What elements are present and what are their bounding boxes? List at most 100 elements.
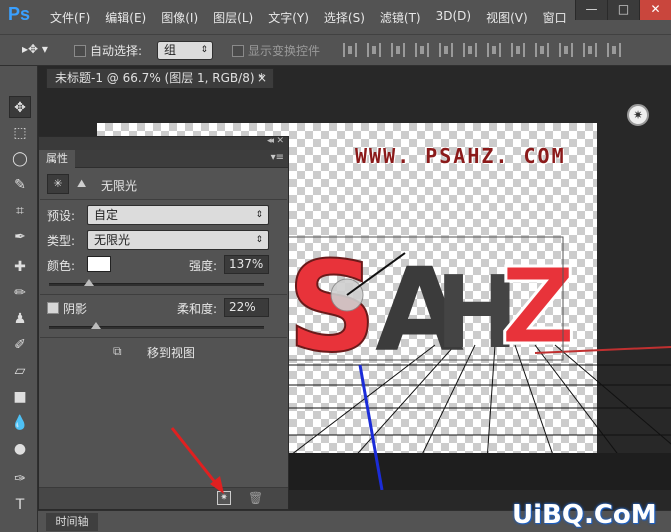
dodge-tool-icon[interactable]: ● [9, 438, 31, 460]
close-panel-icon[interactable]: ✕ [276, 136, 284, 146]
show-transform-label: 显示变换控件 [248, 44, 321, 58]
tab-properties[interactable]: 属性 [39, 150, 75, 168]
environment-icon[interactable]: ⛰ [77, 177, 86, 191]
preset-label: 预设: [47, 209, 76, 223]
properties-panel: ◂◂ ✕ 属性 ▾≡ ✳ ⛰ 无限光 预设: 自定 ⇕ 类型: 无限光 ⇕ 颜色… [38, 136, 289, 510]
panel-menu-icon[interactable]: ▾≡ [271, 152, 284, 163]
menu-file[interactable]: 文件(F) [50, 9, 90, 26]
softness-label: 柔和度: [177, 302, 218, 316]
menu-select[interactable]: 选择(S) [324, 9, 365, 26]
annotation-arrow [170, 427, 224, 494]
crop-tool-icon[interactable]: ⌗ [9, 200, 31, 222]
move-tool-icon[interactable]: ✥ [9, 96, 31, 118]
marquee-tool-icon[interactable]: ⬚ [9, 122, 31, 144]
align-icons [343, 43, 621, 57]
letter-s: S [287, 235, 377, 380]
tab-timeline[interactable]: 时间轴 [46, 513, 98, 531]
history-brush-tool-icon[interactable]: ✐ [9, 334, 31, 356]
color-label: 颜色: [47, 259, 76, 273]
window-controls: — □ ✕ [575, 0, 671, 20]
distribute-left-icon[interactable] [559, 43, 573, 57]
softness-slider[interactable] [49, 326, 264, 329]
auto-select-label: 自动选择: [90, 44, 143, 58]
shadow-label: 阴影 [63, 302, 88, 316]
document-title: 未标题-1 @ 66.7% (图层 1, RGB/8) * [55, 71, 265, 85]
light-bulb-icon[interactable]: ✷ [627, 104, 649, 126]
infinite-light-icon[interactable]: ✳ [47, 174, 69, 194]
align-vcenter-icon[interactable] [367, 43, 381, 57]
menu-3d[interactable]: 3D(D) [436, 9, 471, 26]
chevron-updown-icon: ⇕ [255, 210, 263, 220]
auto-select-dropdown[interactable]: 组 ⇕ [157, 41, 213, 60]
intensity-input[interactable]: 137% [224, 255, 269, 274]
move-to-view-icon[interactable]: ⧉ [113, 344, 122, 359]
distribute-bottom-icon[interactable] [535, 43, 549, 57]
auto-select-checkbox[interactable] [74, 45, 86, 57]
menu-view[interactable]: 视图(V) [486, 9, 528, 26]
close-tab-icon[interactable]: × [257, 69, 267, 88]
move-tool-icon[interactable]: ▸✥ ▾ [22, 42, 48, 56]
close-button[interactable]: ✕ [639, 0, 671, 20]
panel-header-strip: ◂◂ ✕ [39, 136, 288, 150]
blur-tool-icon[interactable]: 💧 [9, 412, 31, 434]
menu-items: 文件(F) 编辑(E) 图像(I) 图层(L) 文字(Y) 选择(S) 滤镜(T… [50, 9, 582, 26]
pen-tool-icon[interactable]: ✑ [9, 468, 31, 490]
menu-edit[interactable]: 编辑(E) [105, 9, 146, 26]
trash-icon[interactable]: 🗑 [248, 491, 263, 505]
menu-type[interactable]: 文字(Y) [268, 9, 309, 26]
light-color-swatch[interactable] [87, 256, 111, 272]
softness-slider-knob[interactable] [91, 322, 101, 329]
divider [40, 199, 287, 200]
distribute-top-icon[interactable] [487, 43, 501, 57]
distribute-vcenter-icon[interactable] [511, 43, 525, 57]
canvas-bottom-shadow [285, 453, 671, 490]
intensity-slider[interactable] [49, 283, 264, 286]
align-hcenter-icon[interactable] [439, 43, 453, 57]
options-bar: ▸✥ ▾ 自动选择: 组 ⇕ 显示变换控件 [0, 34, 671, 66]
menu-bar: Ps 文件(F) 编辑(E) 图像(I) 图层(L) 文字(Y) 选择(S) 滤… [0, 0, 671, 34]
distribute-right-icon[interactable] [607, 43, 621, 57]
gradient-tool-icon[interactable]: ■ [9, 386, 31, 408]
show-transform-checkbox[interactable] [232, 45, 244, 57]
menu-layer[interactable]: 图层(L) [213, 9, 253, 26]
panel-footer: ✷ 🗑 [39, 487, 288, 509]
intensity-slider-knob[interactable] [84, 279, 94, 286]
document-tab[interactable]: 未标题-1 @ 66.7% (图层 1, RGB/8) * × [46, 68, 274, 88]
panel-tab-bar: 属性 ▾≡ [39, 150, 288, 168]
preset-value: 自定 [94, 208, 119, 222]
lasso-tool-icon[interactable]: ◯ [9, 148, 31, 170]
brush-tool-icon[interactable]: ✏ [9, 282, 31, 304]
eraser-tool-icon[interactable]: ▱ [9, 360, 31, 382]
shadow-checkbox[interactable] [47, 302, 59, 314]
align-right-icon[interactable] [463, 43, 477, 57]
type-value: 无限光 [94, 233, 131, 247]
align-bottom-icon[interactable] [391, 43, 405, 57]
type-tool-icon[interactable]: T [9, 494, 31, 516]
3d-scene[interactable]: A H S Z [285, 225, 671, 490]
menu-window[interactable]: 窗口 [543, 9, 567, 26]
collapse-icon[interactable]: ◂◂ [267, 136, 274, 146]
site-watermark: UiBQ.CoM [512, 500, 657, 530]
move-to-view-button[interactable]: 移到视图 [147, 344, 195, 361]
softness-input[interactable]: 22% [224, 298, 269, 317]
chevron-updown-icon: ⇕ [255, 235, 263, 245]
menu-filter[interactable]: 滤镜(T) [380, 9, 421, 26]
tools-panel: ✥ ⬚ ◯ ✎ ⌗ ✒ ✚ ✏ ♟ ✐ ▱ ■ 💧 ● ✑ T [0, 66, 38, 532]
auto-select-value: 组 [164, 43, 177, 57]
healing-brush-tool-icon[interactable]: ✚ [9, 256, 31, 278]
auto-select-option[interactable]: 自动选择: [74, 42, 142, 59]
type-label: 类型: [47, 234, 76, 248]
eyedropper-tool-icon[interactable]: ✒ [9, 226, 31, 248]
quick-select-tool-icon[interactable]: ✎ [9, 174, 31, 196]
menu-image[interactable]: 图像(I) [161, 9, 198, 26]
canvas-watermark-text: WWW. PSAHZ. COM [355, 144, 566, 168]
align-left-icon[interactable] [415, 43, 429, 57]
minimize-button[interactable]: — [575, 0, 607, 20]
type-dropdown[interactable]: 无限光 ⇕ [87, 230, 269, 250]
preset-dropdown[interactable]: 自定 ⇕ [87, 205, 269, 225]
align-top-icon[interactable] [343, 43, 357, 57]
distribute-hcenter-icon[interactable] [583, 43, 597, 57]
show-transform-option[interactable]: 显示变换控件 [232, 42, 320, 59]
clone-stamp-tool-icon[interactable]: ♟ [9, 308, 31, 330]
maximize-button[interactable]: □ [607, 0, 639, 20]
